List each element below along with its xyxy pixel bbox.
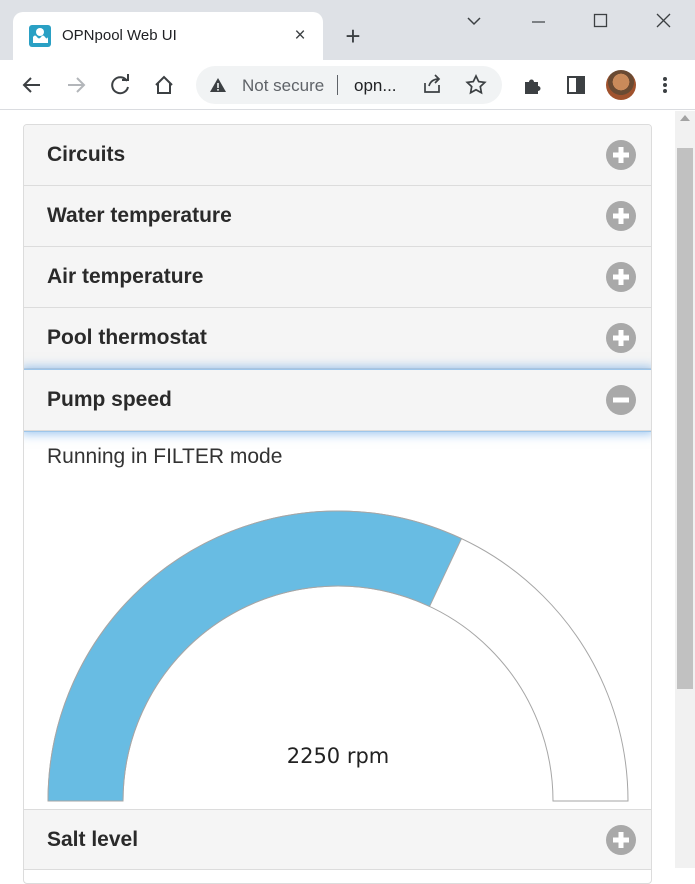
minimize-icon[interactable] xyxy=(524,8,552,34)
gauge-value-label: 2250 rpm xyxy=(287,744,390,768)
page-content: Circuits Water temperature Air temperatu… xyxy=(0,111,695,884)
expand-plus-icon[interactable] xyxy=(605,261,637,293)
warning-icon[interactable] xyxy=(209,76,227,94)
scrollbar-thumb[interactable] xyxy=(677,148,693,689)
expand-plus-icon[interactable] xyxy=(605,322,637,354)
vertical-scrollbar[interactable] xyxy=(675,111,695,868)
section-water-temperature[interactable]: Water temperature xyxy=(24,186,651,247)
section-title: Pool thermostat xyxy=(47,326,207,349)
back-arrow-icon[interactable] xyxy=(18,71,46,99)
maximize-icon[interactable] xyxy=(586,8,614,34)
section-title: Air temperature xyxy=(47,265,204,288)
avatar[interactable] xyxy=(606,70,636,100)
expand-plus-icon[interactable] xyxy=(605,824,637,856)
section-title: Circuits xyxy=(47,143,126,166)
expand-plus-icon[interactable] xyxy=(605,139,637,171)
browser-tab[interactable]: OPNpool Web UI × xyxy=(13,12,323,60)
new-tab-icon[interactable]: + xyxy=(340,23,366,49)
section-title: Salt level xyxy=(47,828,139,851)
section-circuits[interactable]: Circuits xyxy=(24,125,651,186)
side-panel-icon[interactable] xyxy=(562,71,590,99)
expand-plus-icon[interactable] xyxy=(605,200,637,232)
omnibox-divider xyxy=(337,75,338,95)
section-pump-speed[interactable]: Pump speed xyxy=(24,370,651,431)
extensions-icon[interactable] xyxy=(519,71,547,99)
reload-icon[interactable] xyxy=(106,71,134,99)
star-icon[interactable] xyxy=(462,71,490,99)
section-salt-level[interactable]: Salt level xyxy=(24,809,651,870)
window-close-icon[interactable] xyxy=(650,8,678,34)
security-label[interactable]: Not secure xyxy=(242,76,328,96)
collapse-minus-icon[interactable] xyxy=(605,384,637,416)
tab-strip: OPNpool Web UI × + xyxy=(0,0,695,60)
section-air-temperature[interactable]: Air temperature xyxy=(24,247,651,308)
section-pool-thermostat[interactable]: Pool thermostat xyxy=(24,308,651,369)
address-bar[interactable]: Not secure opn... xyxy=(196,66,502,104)
accordion: Circuits Water temperature Air temperatu… xyxy=(23,124,652,884)
pump-speed-gauge: 2250 rpm xyxy=(47,510,629,802)
pump-status-text: Running in FILTER mode xyxy=(47,445,283,468)
tab-title: OPNpool Web UI xyxy=(62,27,177,44)
section-title: Pump speed xyxy=(47,388,172,411)
browser-toolbar: Not secure opn... xyxy=(0,60,695,110)
chevron-down-icon[interactable] xyxy=(460,8,488,34)
section-title: Water temperature xyxy=(47,204,232,227)
forward-arrow-icon[interactable] xyxy=(62,71,90,99)
pump-speed-panel: Running in FILTER mode 2250 rpm xyxy=(24,431,651,809)
close-icon[interactable]: × xyxy=(289,25,311,47)
url-text[interactable]: opn... xyxy=(354,76,397,96)
favicon xyxy=(29,25,51,47)
gauge-fill xyxy=(47,510,463,802)
share-icon[interactable] xyxy=(418,71,446,99)
more-vert-icon[interactable] xyxy=(651,71,679,99)
scroll-up-arrow-icon[interactable] xyxy=(680,115,690,121)
home-icon[interactable] xyxy=(150,71,178,99)
